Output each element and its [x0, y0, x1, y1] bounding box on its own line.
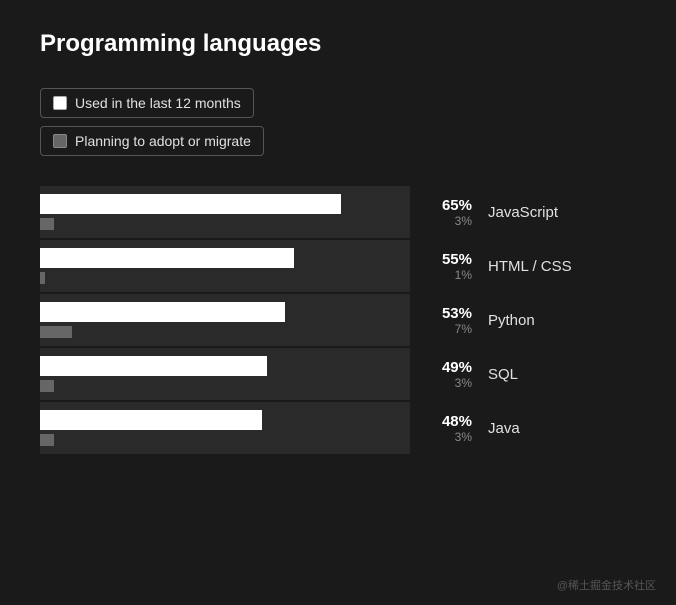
legend-planning-label: Planning to adopt or migrate [75, 133, 251, 149]
bar-used [40, 302, 285, 322]
table-row: 49% 3% SQL [40, 348, 636, 400]
table-row: 53% 7% Python [40, 294, 636, 346]
bar-planning [40, 434, 54, 446]
pct-planning: 3% [455, 214, 472, 228]
bar-used [40, 356, 267, 376]
bar-container [40, 186, 410, 238]
pct-used: 49% [442, 359, 472, 376]
page-title: Programming languages [40, 30, 636, 58]
bar-used [40, 410, 262, 430]
legend-used[interactable]: Used in the last 12 months [40, 88, 254, 118]
bar-planning [40, 218, 54, 230]
bar-labels: 49% 3% [410, 359, 480, 390]
legend-used-icon [53, 96, 67, 110]
watermark: @稀土掘金技术社区 [557, 577, 656, 593]
bar-container [40, 240, 410, 292]
pct-used: 53% [442, 305, 472, 322]
bar-labels: 53% 7% [410, 305, 480, 336]
bar-labels: 65% 3% [410, 197, 480, 228]
bar-planning [40, 380, 54, 392]
pct-planning: 3% [455, 376, 472, 390]
table-row: 48% 3% Java [40, 402, 636, 454]
table-row: 55% 1% HTML / CSS [40, 240, 636, 292]
bar-used [40, 194, 341, 214]
legend-planning-icon [53, 134, 67, 148]
chart: 65% 3% JavaScript 55% 1% HTML / CSS 53% … [40, 186, 636, 456]
bar-labels: 48% 3% [410, 413, 480, 444]
bar-container [40, 348, 410, 400]
bar-used [40, 248, 294, 268]
pct-planning: 1% [455, 268, 472, 282]
bar-planning [40, 326, 72, 338]
pct-used: 55% [442, 251, 472, 268]
legend-used-label: Used in the last 12 months [75, 95, 241, 111]
pct-planning: 7% [455, 322, 472, 336]
language-name: SQL [488, 366, 608, 383]
bar-labels: 55% 1% [410, 251, 480, 282]
pct-used: 65% [442, 197, 472, 214]
language-name: Python [488, 312, 608, 329]
legend-planning[interactable]: Planning to adopt or migrate [40, 126, 264, 156]
legend: Used in the last 12 months Planning to a… [40, 88, 636, 156]
language-name: JavaScript [488, 204, 608, 221]
pct-planning: 3% [455, 430, 472, 444]
bar-container [40, 402, 410, 454]
pct-used: 48% [442, 413, 472, 430]
bar-planning [40, 272, 45, 284]
bar-container [40, 294, 410, 346]
language-name: HTML / CSS [488, 258, 608, 275]
language-name: Java [488, 420, 608, 437]
table-row: 65% 3% JavaScript [40, 186, 636, 238]
